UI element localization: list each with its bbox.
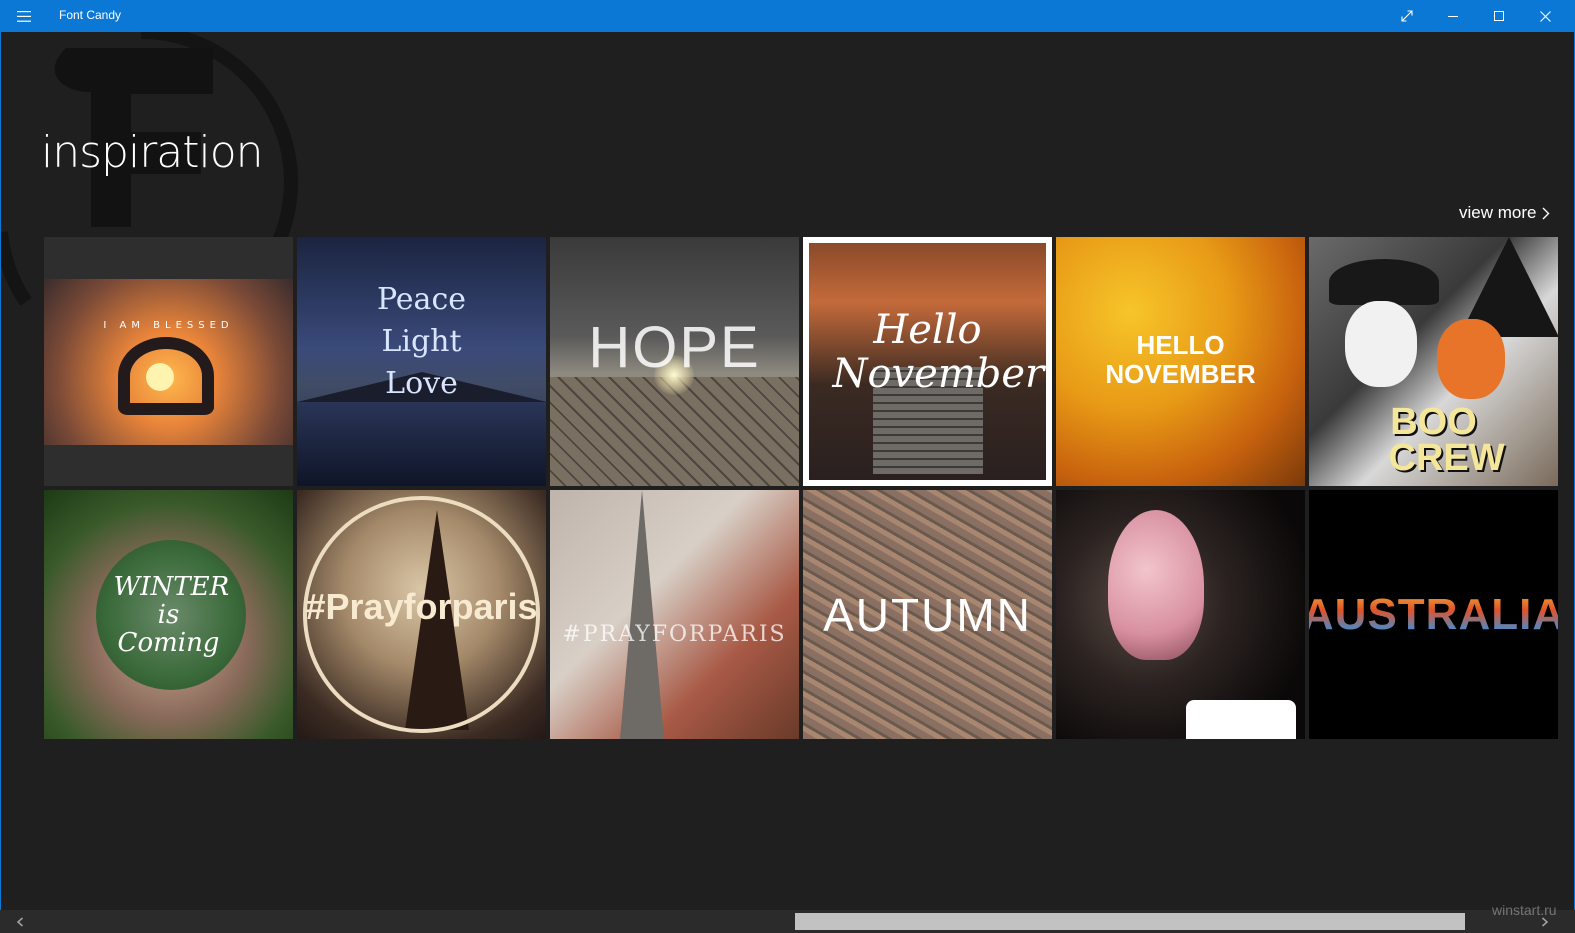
chevron-left-icon [16,916,24,927]
hamburger-icon [17,10,31,22]
minimize-button[interactable] [1430,0,1476,32]
inspiration-tile[interactable]: WINTER is Coming [44,490,293,739]
view-more-label: view more [1459,203,1537,222]
tile-caption: Hello November [832,306,1045,397]
inspiration-tile[interactable]: HELLO NOVEMBER [1056,237,1305,486]
chevron-right-icon [1542,207,1550,219]
chevron-right-icon [1541,916,1549,927]
sun-shape [146,363,174,391]
graveyard-silhouette-shape [1186,700,1296,739]
inspiration-tile[interactable]: #PRAYFORPARIS [550,490,799,739]
flower-skull-shape [1108,510,1204,660]
scrollbar-thumb[interactable] [795,913,1465,930]
watermark: winstart.ru [1492,902,1557,918]
inspiration-tile[interactable] [1056,490,1305,739]
skull-face-shape [1345,301,1417,387]
close-button[interactable] [1522,0,1568,32]
inspiration-tile[interactable]: AUTUMN [803,490,1052,739]
inspiration-tile[interactable]: Peace Light Love [297,237,546,486]
pirate-hat-shape [1329,259,1439,305]
maximize-button[interactable] [1476,0,1522,32]
tile-caption: #PRAYFORPARIS [562,622,787,647]
inspiration-tile-selected[interactable]: Hello November [803,237,1052,486]
lake-shape [297,402,546,486]
main-content: inspiration view more I AM BLESSED Peace… [0,32,1575,910]
expand-icon [1401,10,1413,22]
inspiration-grid: I AM BLESSED Peace Light Love HOPE Hello… [44,237,1558,739]
tile-caption: Peace Light Love [376,281,467,401]
tile-caption: AUSTRALIA [1309,590,1558,640]
tile-caption: #Prayforparis [305,585,538,627]
close-icon [1539,10,1551,22]
inspiration-tile[interactable]: AUSTRALIA [1309,490,1558,739]
tile-caption: HELLO NOVEMBER [1105,329,1256,389]
title-bar: Font Candy [0,0,1575,32]
inspiration-tile[interactable]: #Prayforparis [297,490,546,739]
tile-caption: AUTUMN [823,588,1032,641]
tile-caption: BOO CREW [1388,400,1505,479]
app-title: Font Candy [59,8,122,22]
horizontal-scrollbar[interactable] [0,910,1575,933]
page-title: inspiration [41,127,264,178]
inspiration-tile[interactable]: HOPE [550,237,799,486]
eiffel-tower-shape [620,490,664,739]
minimize-icon [1448,16,1458,17]
tile-caption: HOPE [588,315,761,380]
tile-caption: WINTER is Coming [113,571,230,658]
inspiration-tile[interactable]: I AM BLESSED [44,237,293,486]
scroll-left-button[interactable] [8,910,32,933]
inspiration-tile[interactable]: BOO CREW [1309,237,1558,486]
view-more-link[interactable]: view more [1459,203,1550,223]
menu-button[interactable] [8,0,40,32]
maximize-icon [1494,11,1504,21]
pumpkin-face-shape [1437,319,1505,399]
tile-caption: I AM BLESSED [103,320,234,331]
fullscreen-button[interactable] [1384,0,1430,32]
